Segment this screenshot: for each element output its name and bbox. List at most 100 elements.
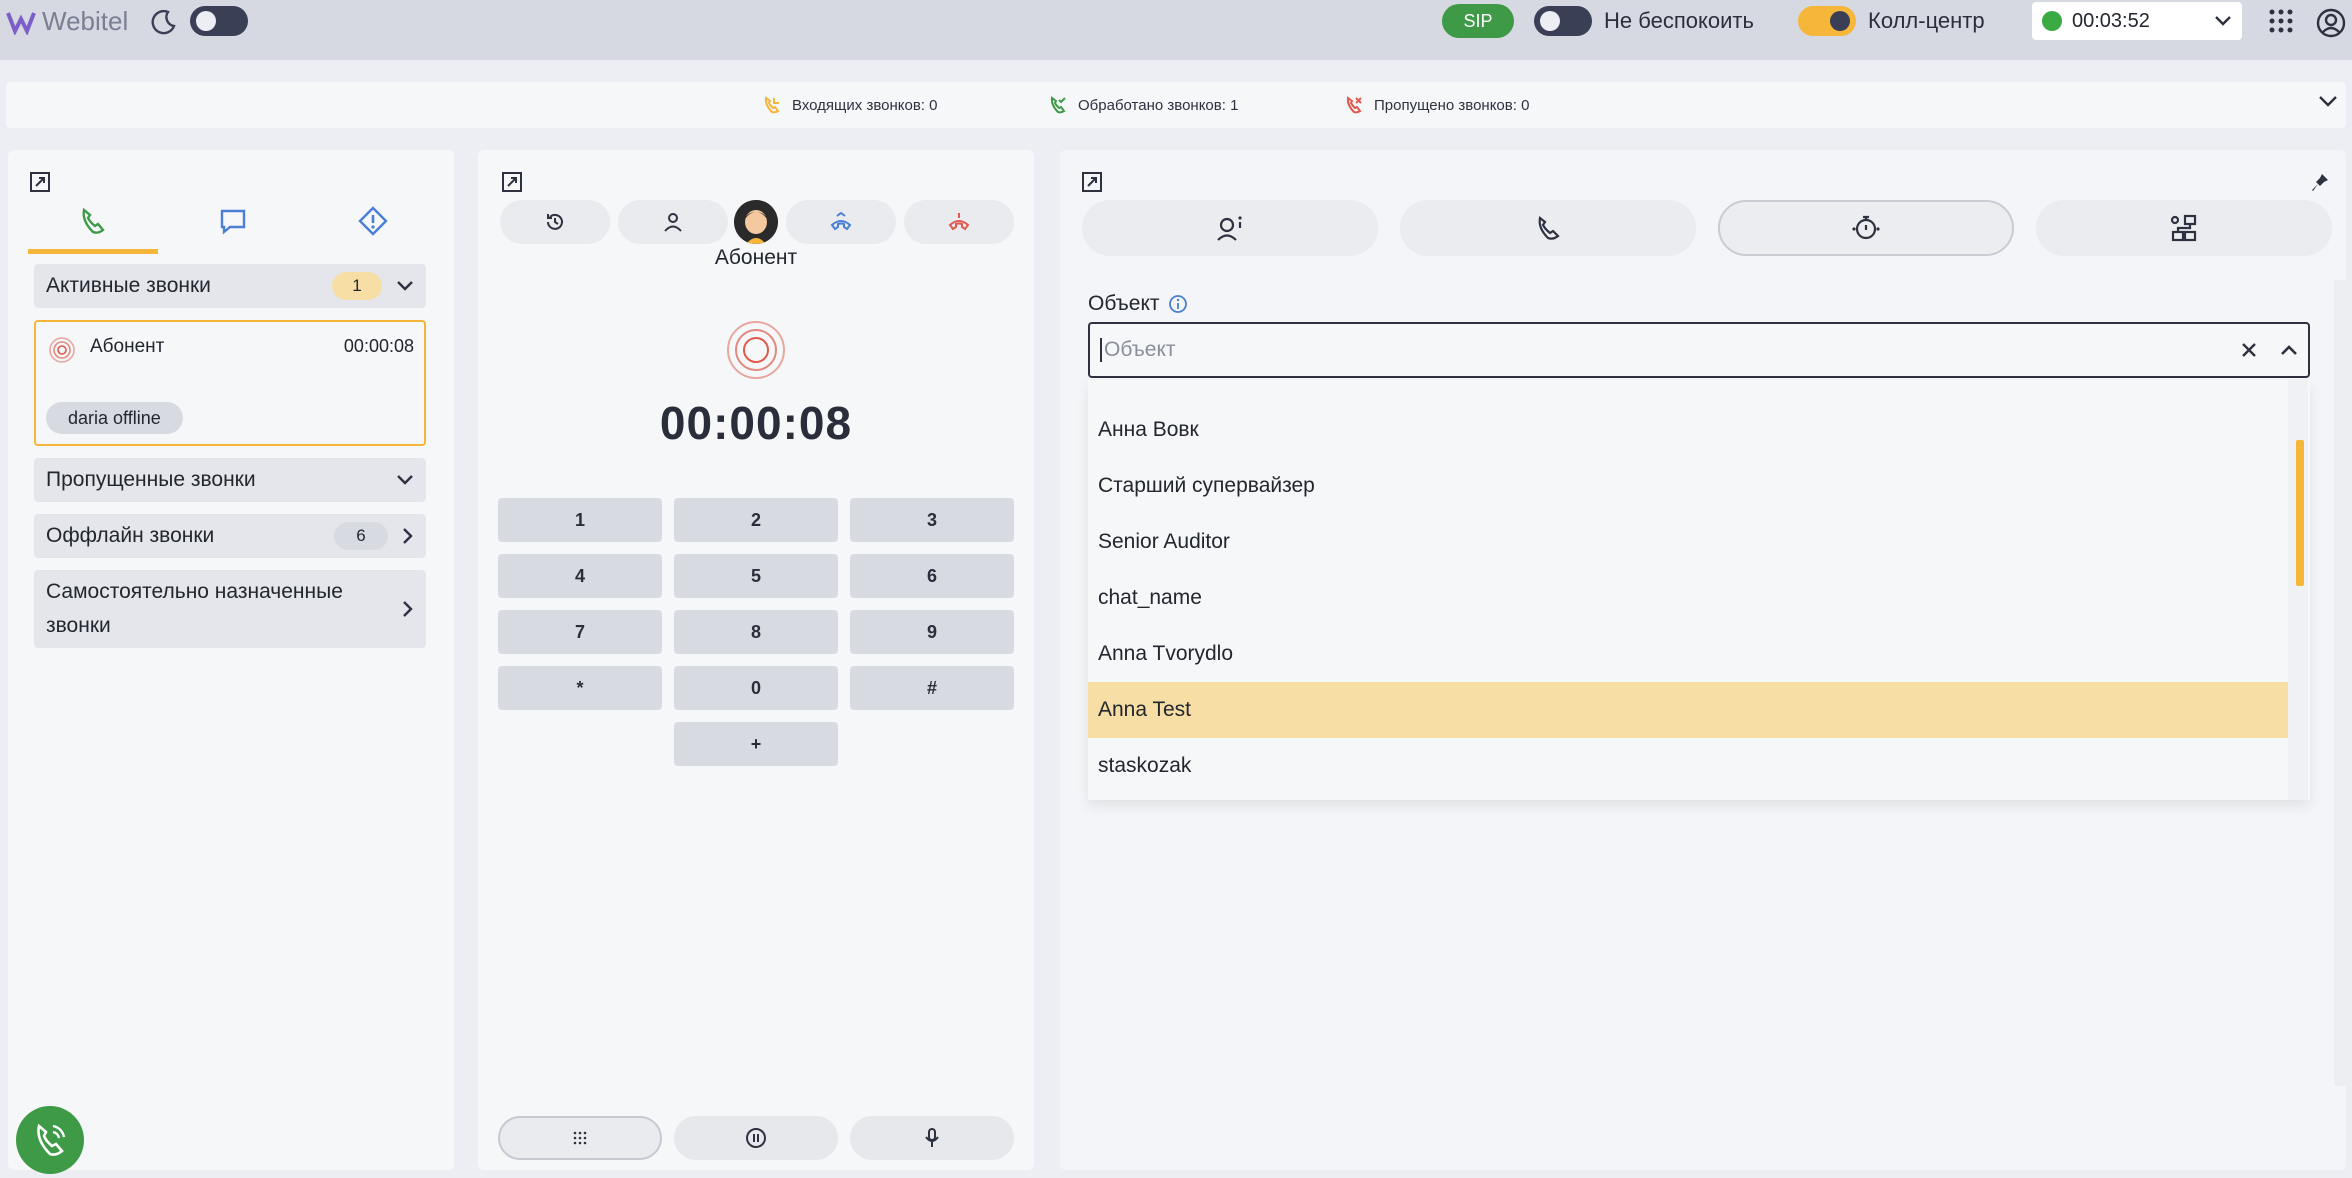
info-icon[interactable] <box>1168 294 1188 314</box>
chat-bubble-icon <box>220 209 246 235</box>
top-bar: Webitel SIP Не беспокоить Колл-центр 00:… <box>0 0 2352 60</box>
logo-text: Webitel <box>42 6 129 36</box>
transfer-button[interactable] <box>786 200 896 244</box>
tab-call-info[interactable] <box>1400 200 1696 256</box>
active-calls-count: 1 <box>332 272 382 300</box>
ringing-icon <box>49 337 75 363</box>
tab-calls[interactable] <box>28 200 158 254</box>
active-call-card[interactable]: Абонент 00:00:08 daria offline <box>34 320 426 446</box>
option-item[interactable]: Анна Вовк <box>1088 402 2288 458</box>
dialpad-icon <box>573 1131 587 1145</box>
agent-chip: daria offline <box>46 402 183 434</box>
communication-tabs <box>28 200 438 254</box>
new-call-button[interactable] <box>16 1106 84 1174</box>
stats-expand-chevron-icon[interactable] <box>2318 94 2338 108</box>
clear-icon[interactable] <box>2240 341 2258 359</box>
flow-diagram-icon <box>2170 214 2197 242</box>
dial-key-8[interactable]: 8 <box>674 610 838 654</box>
option-item[interactable]: chat_name <box>1088 570 2288 626</box>
account-icon[interactable] <box>2316 8 2346 38</box>
tab-processing[interactable] <box>1718 200 2014 256</box>
object-field-label: Объект <box>1088 292 1188 316</box>
sip-status-badge[interactable]: SIP <box>1442 4 1514 38</box>
tab-tasks[interactable] <box>308 200 438 254</box>
dial-key-1[interactable]: 1 <box>498 498 662 542</box>
stat-incoming: Входящих звонков: 0 <box>762 95 937 115</box>
transfer-call-icon <box>830 211 852 231</box>
stat-handled: Обработано звонков: 1 <box>1048 95 1238 115</box>
option-item[interactable]: Senior Auditor <box>1088 514 2288 570</box>
online-status-dot <box>2042 11 2062 31</box>
dialpad-toggle-button[interactable] <box>498 1116 662 1160</box>
history-icon <box>547 213 563 230</box>
handled-call-icon <box>1050 96 1066 114</box>
call-history-button[interactable] <box>500 200 610 244</box>
tab-general-info[interactable] <box>1082 200 1378 256</box>
chevron-down-icon <box>397 281 413 291</box>
dial-key-9[interactable]: 9 <box>850 610 1014 654</box>
contact-button[interactable] <box>618 200 728 244</box>
option-item[interactable]: staskozak <box>1088 738 2288 794</box>
alert-diamond-icon <box>358 206 388 236</box>
stat-missed: Пропущено звонков: 0 <box>1344 95 1529 115</box>
offline-calls-section[interactable]: Оффлайн звонки 6 <box>34 514 426 558</box>
tab-flow[interactable] <box>2036 200 2332 256</box>
missed-calls-section[interactable]: Пропущенные звонки <box>34 458 426 502</box>
pause-icon <box>746 1128 766 1148</box>
pin-icon[interactable] <box>2310 172 2330 194</box>
option-item-selected[interactable]: Anna Test <box>1088 682 2288 738</box>
call-duration: 00:00:08 <box>343 336 414 356</box>
hangup-button[interactable] <box>904 200 1014 244</box>
dropdown-scrollbar[interactable] <box>2288 380 2308 800</box>
expand-panel-icon[interactable] <box>1082 172 1102 192</box>
offline-calls-count: 6 <box>334 522 388 550</box>
object-select-input[interactable]: Объект <box>1088 322 2310 378</box>
person-icon <box>664 213 682 232</box>
mute-button[interactable] <box>850 1116 1014 1160</box>
chevron-down-icon <box>2215 16 2231 26</box>
subscriber-name: Абонент <box>714 246 798 269</box>
agent-info-icon <box>1217 216 1242 241</box>
agent-status-select[interactable]: 00:03:52 <box>2032 2 2242 40</box>
dial-key-star[interactable]: * <box>498 666 662 710</box>
dial-key-5[interactable]: 5 <box>674 554 838 598</box>
phone-icon <box>82 207 105 234</box>
apps-grid-icon[interactable] <box>2268 8 2294 34</box>
chevron-up-icon[interactable] <box>2280 344 2298 356</box>
dial-key-hash[interactable]: # <box>850 666 1014 710</box>
dial-key-7[interactable]: 7 <box>498 610 662 654</box>
missed-call-icon <box>1346 96 1362 114</box>
info-panel: Объект Объект Анна Вовк Старший супервай… <box>1060 150 2346 1170</box>
dial-key-3[interactable]: 3 <box>850 498 1014 542</box>
expand-panel-icon[interactable] <box>30 172 50 192</box>
dial-key-6[interactable]: 6 <box>850 554 1014 598</box>
webitel-logo: Webitel <box>6 6 128 37</box>
callcenter-label: Колл-центр <box>1868 8 1985 33</box>
webitel-logo-icon <box>6 11 36 35</box>
call-control-panel: Абонент 00:00:08 1 2 3 4 5 6 7 8 9 * 0 #… <box>478 150 1034 1170</box>
tab-chats[interactable] <box>168 200 298 254</box>
phone-icon <box>1538 216 1560 240</box>
incoming-call-icon <box>764 96 780 114</box>
dnd-label: Не беспокоить <box>1604 8 1754 33</box>
callcenter-toggle[interactable] <box>1798 6 1856 36</box>
expand-panel-icon[interactable] <box>502 172 522 192</box>
caller-name: Абонент <box>90 336 165 357</box>
assigned-calls-section[interactable]: Самостоятельно назначенные звонки <box>34 570 426 648</box>
chevron-right-icon <box>403 601 413 617</box>
calls-panel: Активные звонки 1 Абонент 00:00:08 daria… <box>8 150 454 1170</box>
status-timer: 00:03:52 <box>2072 9 2150 32</box>
dropdown-scroll-thumb[interactable] <box>2296 440 2304 586</box>
active-calls-section[interactable]: Активные звонки 1 <box>34 264 426 308</box>
dial-key-2[interactable]: 2 <box>674 498 838 542</box>
phone-call-icon <box>37 1123 66 1156</box>
panel-scrollbar[interactable] <box>2334 280 2346 1086</box>
option-item[interactable]: Anna Tvorydlo <box>1088 626 2288 682</box>
theme-toggle[interactable] <box>190 6 248 36</box>
dial-key-4[interactable]: 4 <box>498 554 662 598</box>
dnd-toggle[interactable] <box>1534 6 1592 36</box>
hold-button[interactable] <box>674 1116 838 1160</box>
option-item[interactable]: Старший супервайзер <box>1088 458 2288 514</box>
dial-key-plus[interactable]: + <box>674 722 838 766</box>
dial-key-0[interactable]: 0 <box>674 666 838 710</box>
